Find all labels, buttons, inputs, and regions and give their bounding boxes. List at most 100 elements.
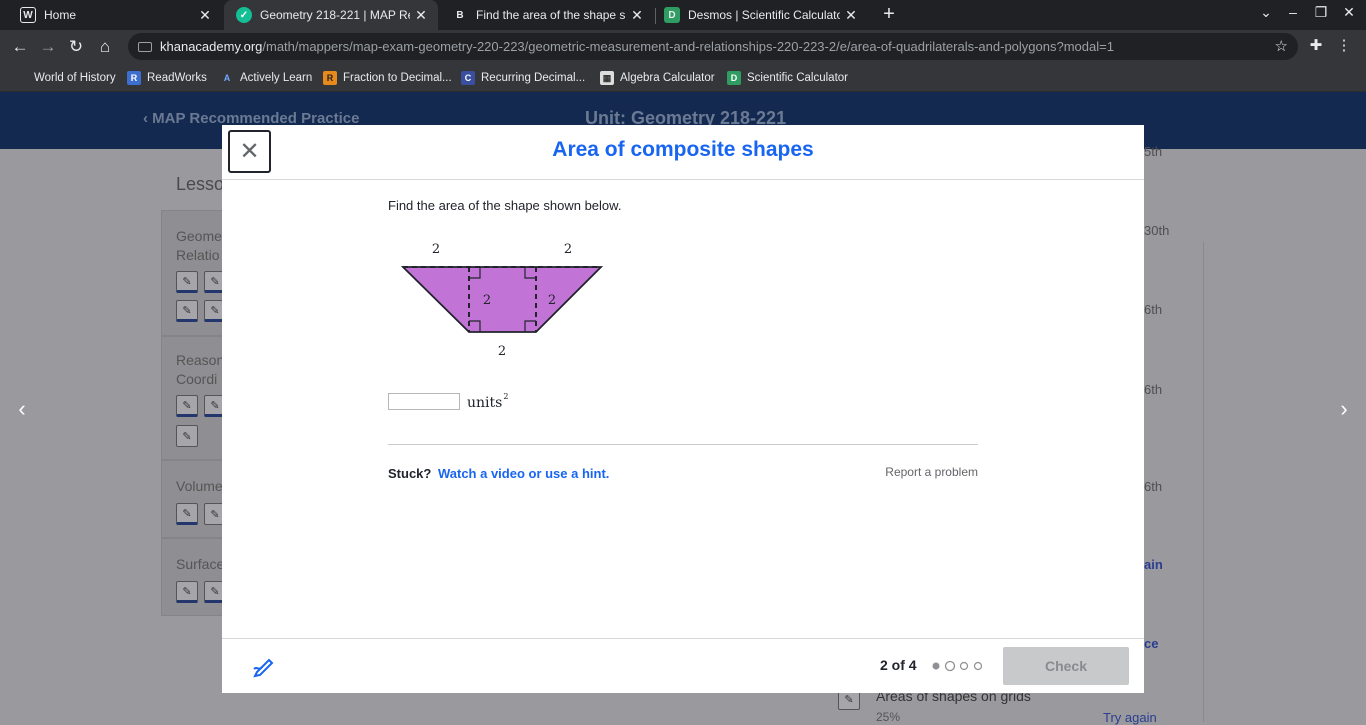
reload-icon[interactable]: ↻ (65, 36, 87, 58)
close-tab-icon[interactable]: ✕ (410, 7, 432, 24)
bookmarks-bar: World of History R ReadWorks A Actively … (0, 63, 1366, 92)
tab-desmos[interactable]: D Desmos | Scientific Calculator ✕ (652, 0, 868, 30)
exercise-row[interactable]: ✎ Areas of shapes on grids 25% Try again (838, 688, 1178, 725)
url-path: /math/mappers/map-exam-geometry-220-223/… (262, 39, 1114, 54)
stuck-label: Stuck? (388, 466, 432, 481)
desmos-icon: D (727, 71, 741, 85)
bookmark-star-icon[interactable]: ☆ (1275, 37, 1288, 55)
bookmark-label: Fraction to Decimal... (343, 72, 452, 84)
bookmark-label: Actively Learn (240, 72, 313, 84)
top-right-length-label: 2 (564, 242, 572, 257)
forward-icon[interactable]: → (37, 36, 59, 58)
units-label: units2 (467, 392, 508, 411)
tab-find-area[interactable]: B Find the area of the shape show ✕ (440, 0, 654, 30)
new-tab-icon[interactable]: + (878, 4, 900, 26)
exercise-pencil-icon[interactable]: ✎ (176, 271, 198, 293)
minimize-icon[interactable]: – (1282, 4, 1304, 20)
right-height-label: 2 (548, 293, 556, 308)
tab-title: Find the area of the shape show (476, 8, 626, 22)
lesson-label-line: Surface (176, 556, 225, 572)
date-label: 6th (1144, 382, 1163, 397)
bookmark-label: ReadWorks (147, 72, 207, 84)
close-tab-icon[interactable]: ✕ (194, 7, 216, 24)
previous-arrow-icon[interactable]: ‹ (11, 396, 33, 422)
bookmark-world-of-history[interactable]: World of History (14, 68, 116, 88)
tab-geometry[interactable]: ✓ Geometry 218-221 | MAP Recom ✕ (224, 0, 438, 30)
close-tab-icon[interactable]: ✕ (840, 7, 862, 24)
lesson-card[interactable]: Geome Relatio ✎ ✎ ✎ ✎ (161, 210, 226, 336)
close-modal-button[interactable]: ✕ (228, 130, 271, 173)
exercise-pencil-icon[interactable]: ✎ (176, 581, 198, 603)
bookmark-fraction-to-decimal[interactable]: R Fraction to Decimal... (323, 68, 452, 88)
close-window-icon[interactable]: ✕ (1338, 4, 1360, 21)
date-label: 6th (1144, 302, 1163, 317)
readworks-icon: R (127, 71, 141, 85)
hint-link[interactable]: Watch a video or use a hint. (438, 466, 609, 481)
lesson-label-line: Coordi (176, 371, 218, 387)
bookmark-algebra-calculator[interactable]: ▦ Algebra Calculator (600, 68, 715, 88)
modal-header: Area of composite shapes ✕ (222, 125, 1144, 180)
progress-dot-upcoming (959, 661, 969, 671)
lesson-card[interactable]: Reason Coordi ✎ ✎ ✎ (161, 336, 226, 460)
report-problem-link[interactable]: Report a problem (882, 465, 978, 479)
try-again-link[interactable]: ain (1144, 557, 1163, 572)
exercise-pencil-icon[interactable]: ✎ (176, 503, 198, 525)
answer-input[interactable] (388, 392, 460, 410)
date-label: 30th (1144, 223, 1170, 238)
trapezoid-shape (400, 266, 604, 333)
exercise-pencil-icon[interactable]: ✎ (176, 425, 198, 447)
lesson-card[interactable]: Volume ✎ ✎ (161, 460, 226, 538)
brainly-favicon-icon: B (456, 9, 464, 21)
home-icon[interactable]: ⌂ (94, 36, 116, 58)
units-exponent: 2 (503, 391, 509, 401)
bookmark-recurring-decimal[interactable]: C Recurring Decimal... (461, 68, 585, 88)
menu-kebab-icon[interactable]: ⋮ (1333, 36, 1355, 54)
tab-title: Home (44, 8, 77, 22)
url-host: khanacademy.org (160, 39, 263, 54)
algebra-calculator-icon: ▦ (600, 71, 614, 85)
bookmark-readworks[interactable]: R ReadWorks (127, 68, 207, 88)
left-height-label: 2 (483, 293, 491, 308)
answer-row: units2 (388, 390, 508, 412)
tab-home[interactable]: W Home ✕ (8, 0, 222, 30)
scratchpad-pencil-icon[interactable] (252, 655, 276, 679)
desmos-favicon-icon: D (664, 7, 680, 23)
address-bar[interactable]: khanacademy.org/math/mappers/map-exam-ge… (128, 33, 1298, 60)
bookmark-label: World of History (34, 72, 116, 84)
lesson-label-line: Volume (176, 478, 223, 494)
check-button[interactable]: Check (1003, 647, 1129, 685)
bookmark-actively-learn[interactable]: A Actively Learn (220, 68, 312, 88)
close-icon: ✕ (239, 138, 260, 165)
lesson-label-line: Relatio (176, 247, 220, 263)
restore-icon[interactable]: ❐ (1310, 4, 1332, 21)
question-text: Find the area of the shape shown below. (388, 198, 622, 213)
lesson-label-line: Reason (176, 352, 225, 368)
khan-academy-favicon-icon: ✓ (236, 7, 252, 23)
extensions-icon[interactable]: ✚ (1305, 36, 1327, 54)
modal-footer: 2 of 4 Check (222, 638, 1144, 693)
date-label: 5th (1144, 144, 1163, 159)
browser-toolbar: ← → ↻ ⌂ khanacademy.org/math/mappers/map… (0, 30, 1366, 63)
trapezoid-diagram: 2 2 2 2 2 (400, 242, 604, 359)
try-again-link[interactable]: Try again (1103, 710, 1157, 725)
progress-dot-upcoming (973, 661, 983, 671)
recurring-decimal-icon: C (461, 71, 475, 85)
exercise-modal: Area of composite shapes ✕ Find the area… (222, 125, 1144, 693)
lesson-card[interactable]: Surface ✎ ✎ (161, 538, 226, 616)
lessons-heading: Lesso (176, 174, 225, 194)
lesson-label-line: Geome (176, 228, 222, 244)
close-tab-icon[interactable]: ✕ (626, 7, 648, 24)
next-arrow-icon[interactable]: › (1333, 396, 1355, 422)
exercise-pencil-icon[interactable]: ✎ (176, 395, 198, 417)
actively-learn-icon: A (223, 73, 231, 83)
exercise-pencil-icon[interactable]: ✎ (176, 300, 198, 322)
tab-title: Geometry 218-221 | MAP Recom (260, 8, 410, 22)
tab-search-icon[interactable]: ⌄ (1255, 4, 1277, 21)
practice-link[interactable]: ce (1144, 636, 1158, 651)
fraction-to-decimal-icon: R (323, 71, 337, 85)
bookmark-label: Algebra Calculator (620, 72, 715, 84)
progress-text: 2 of 4 (880, 657, 917, 673)
back-icon[interactable]: ← (9, 36, 31, 58)
units-text: units (467, 394, 503, 411)
bookmark-scientific-calculator[interactable]: D Scientific Calculator (727, 68, 848, 88)
